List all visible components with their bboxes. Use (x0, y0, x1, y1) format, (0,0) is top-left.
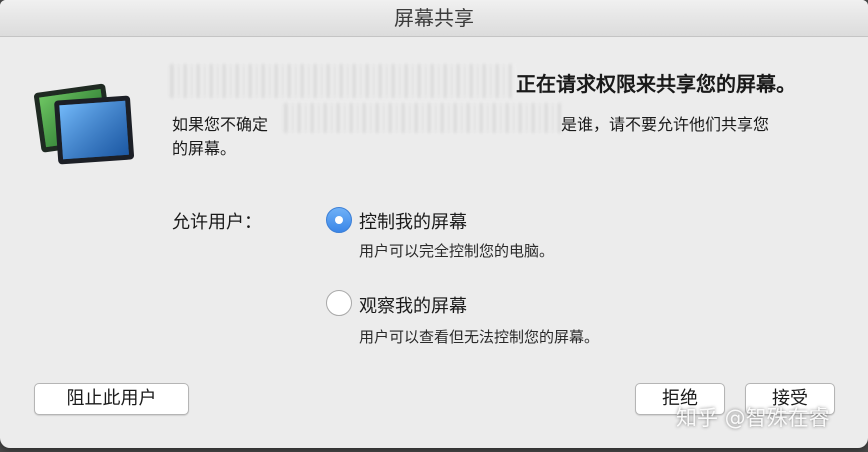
redacted-username-inline (284, 103, 562, 133)
redacted-username (170, 64, 515, 98)
screen-sharing-icon (34, 83, 135, 165)
observe-screen-label[interactable]: 观察我的屏幕 (359, 292, 467, 318)
info-text-part2: 是谁，请不要允许他们共享您 (561, 115, 770, 134)
control-screen-description: 用户可以完全控制您的电脑。 (359, 242, 555, 260)
control-screen-label[interactable]: 控制我的屏幕 (359, 208, 467, 234)
screen-sharing-dialog: 屏幕共享 正在请求权限来共享您的屏幕。 如果您不确定 是谁，请不要允许他们共享您 (0, 0, 868, 448)
window-title: 屏幕共享 (0, 0, 868, 37)
block-user-button[interactable]: 阻止此用户 (34, 383, 189, 415)
allow-user-label: 允许用户： (172, 212, 262, 233)
control-screen-radio[interactable] (326, 207, 352, 233)
info-text-part1: 如果您不确定 (172, 115, 269, 134)
observe-screen-radio[interactable] (326, 290, 352, 316)
request-headline: 正在请求权限来共享您的屏幕。 (516, 72, 796, 96)
info-text-part3: 的屏幕。 (172, 139, 237, 158)
watermark: 知乎 @智殊在睿 (676, 406, 830, 430)
observe-screen-description: 用户可以查看但无法控制您的屏幕。 (359, 328, 600, 346)
